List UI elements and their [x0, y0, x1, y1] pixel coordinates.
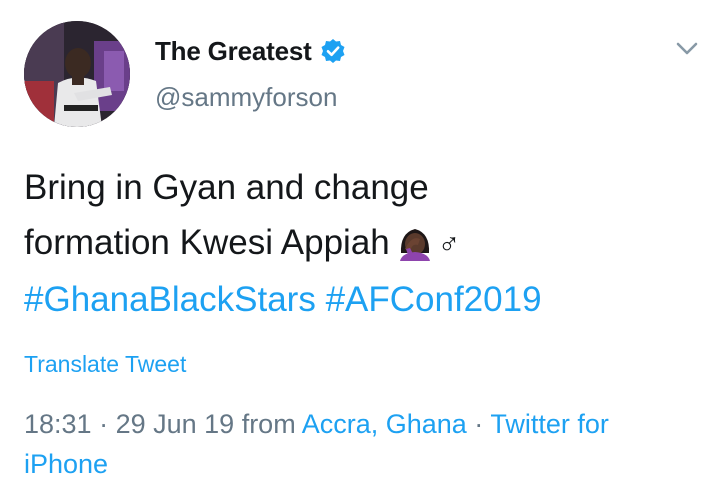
tweet-metadata: 18:31 · 29 Jun 19 from Accra, Ghana · Tw…	[24, 404, 704, 484]
male-sign: ♂	[437, 228, 461, 261]
user-handle[interactable]: @sammyforson	[155, 82, 337, 113]
meta-separator: ·	[91, 409, 116, 439]
location-link[interactable]: Accra, Ghana	[302, 409, 467, 439]
source-label-part: Twitter for	[490, 409, 609, 439]
tweet-hashtags: #GhanaBlackStars #AFConf2019	[24, 272, 704, 327]
from-label: from	[234, 409, 302, 439]
display-name[interactable]: The Greatest	[155, 36, 312, 67]
meta-separator: ·	[466, 409, 491, 439]
woman-facepalming-emoji-icon	[396, 222, 434, 261]
tweet-time: 18:31	[24, 409, 92, 439]
display-name-row: The Greatest	[155, 33, 346, 69]
translate-tweet-link[interactable]: Translate Tweet	[24, 351, 186, 378]
tweet-date: 29 Jun 19	[115, 409, 235, 439]
hashtag-link[interactable]: #AFConf2019	[326, 280, 542, 319]
verified-badge-icon	[320, 38, 346, 64]
tweet-text-line: formation Kwesi Appiah ♂	[24, 215, 704, 272]
tweet-text-segment: formation Kwesi Appiah	[24, 223, 390, 262]
source-label-part: iPhone	[24, 449, 109, 479]
hashtag-link[interactable]: #GhanaBlackStars	[24, 280, 316, 319]
tweet-text: Bring in Gyan and change formation Kwesi…	[24, 160, 704, 327]
avatar[interactable]	[24, 21, 130, 127]
tweet-card: The Greatest @sammyforson Bring in Gyan …	[0, 0, 720, 500]
chevron-down-icon[interactable]	[674, 38, 700, 60]
tweet-text-line: Bring in Gyan and change	[24, 168, 429, 207]
